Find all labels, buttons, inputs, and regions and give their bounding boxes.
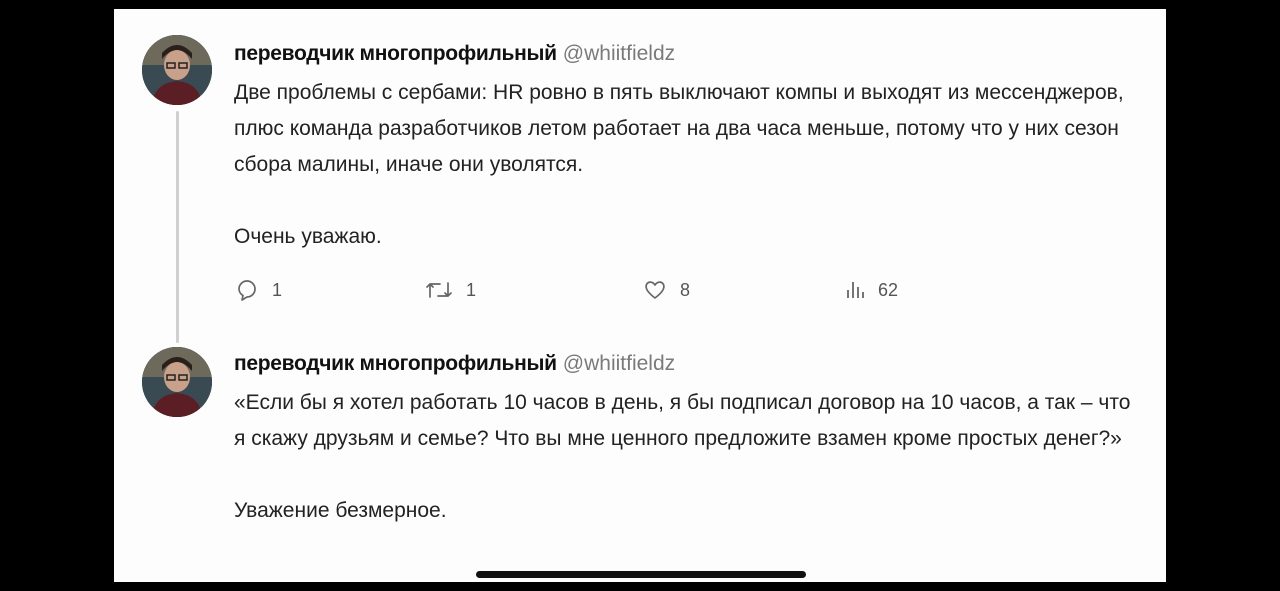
- author-name[interactable]: переводчик многопрофильный: [234, 352, 557, 375]
- avatar-image: [142, 347, 212, 417]
- like-count: 8: [680, 279, 691, 300]
- author-handle[interactable]: @whiitfieldz: [563, 42, 675, 65]
- avatar[interactable]: [142, 347, 212, 417]
- reply-icon: [238, 280, 256, 301]
- views-count: 62: [878, 279, 899, 300]
- retweet-icon: [426, 282, 452, 298]
- heart-icon: [645, 281, 665, 299]
- tweet-paragraph: «Если бы я хотел работать 10 часов в ден…: [234, 391, 1131, 450]
- tweet-thread: переводчик многопрофильный @whiitfieldz Д…: [114, 9, 1166, 582]
- tweet-paragraph: Две проблемы с сербами: HR ровно в пять …: [234, 81, 1124, 176]
- author-handle[interactable]: @whiitfieldz: [563, 352, 675, 375]
- retweet-button[interactable]: 1: [424, 277, 476, 303]
- tweet-paragraph: Очень уважаю.: [234, 225, 382, 248]
- tweet-header: переводчик многопрофильный @whiitfieldz: [234, 352, 675, 376]
- tweet-text: «Если бы я хотел работать 10 часов в ден…: [234, 385, 1134, 529]
- reply-count: 1: [272, 279, 283, 300]
- author-name[interactable]: переводчик многопрофильный: [234, 42, 557, 65]
- retweet-count: 1: [466, 279, 477, 300]
- avatar-image: [142, 35, 212, 105]
- tweet-actions: 1 1 8 62: [234, 277, 934, 305]
- views-icon: [847, 282, 864, 298]
- tweet-paragraph: Уважение безмерное.: [234, 499, 447, 522]
- thread-connector-line: [176, 111, 179, 343]
- tweet-header: переводчик многопрофильный @whiitfieldz: [234, 42, 675, 66]
- tweet-text: Две проблемы с сербами: HR ровно в пять …: [234, 75, 1134, 255]
- home-indicator[interactable]: [476, 571, 806, 578]
- like-button[interactable]: 8: [642, 277, 690, 303]
- reply-button[interactable]: 1: [234, 277, 282, 303]
- views-button[interactable]: 62: [844, 277, 898, 303]
- avatar[interactable]: [142, 35, 212, 105]
